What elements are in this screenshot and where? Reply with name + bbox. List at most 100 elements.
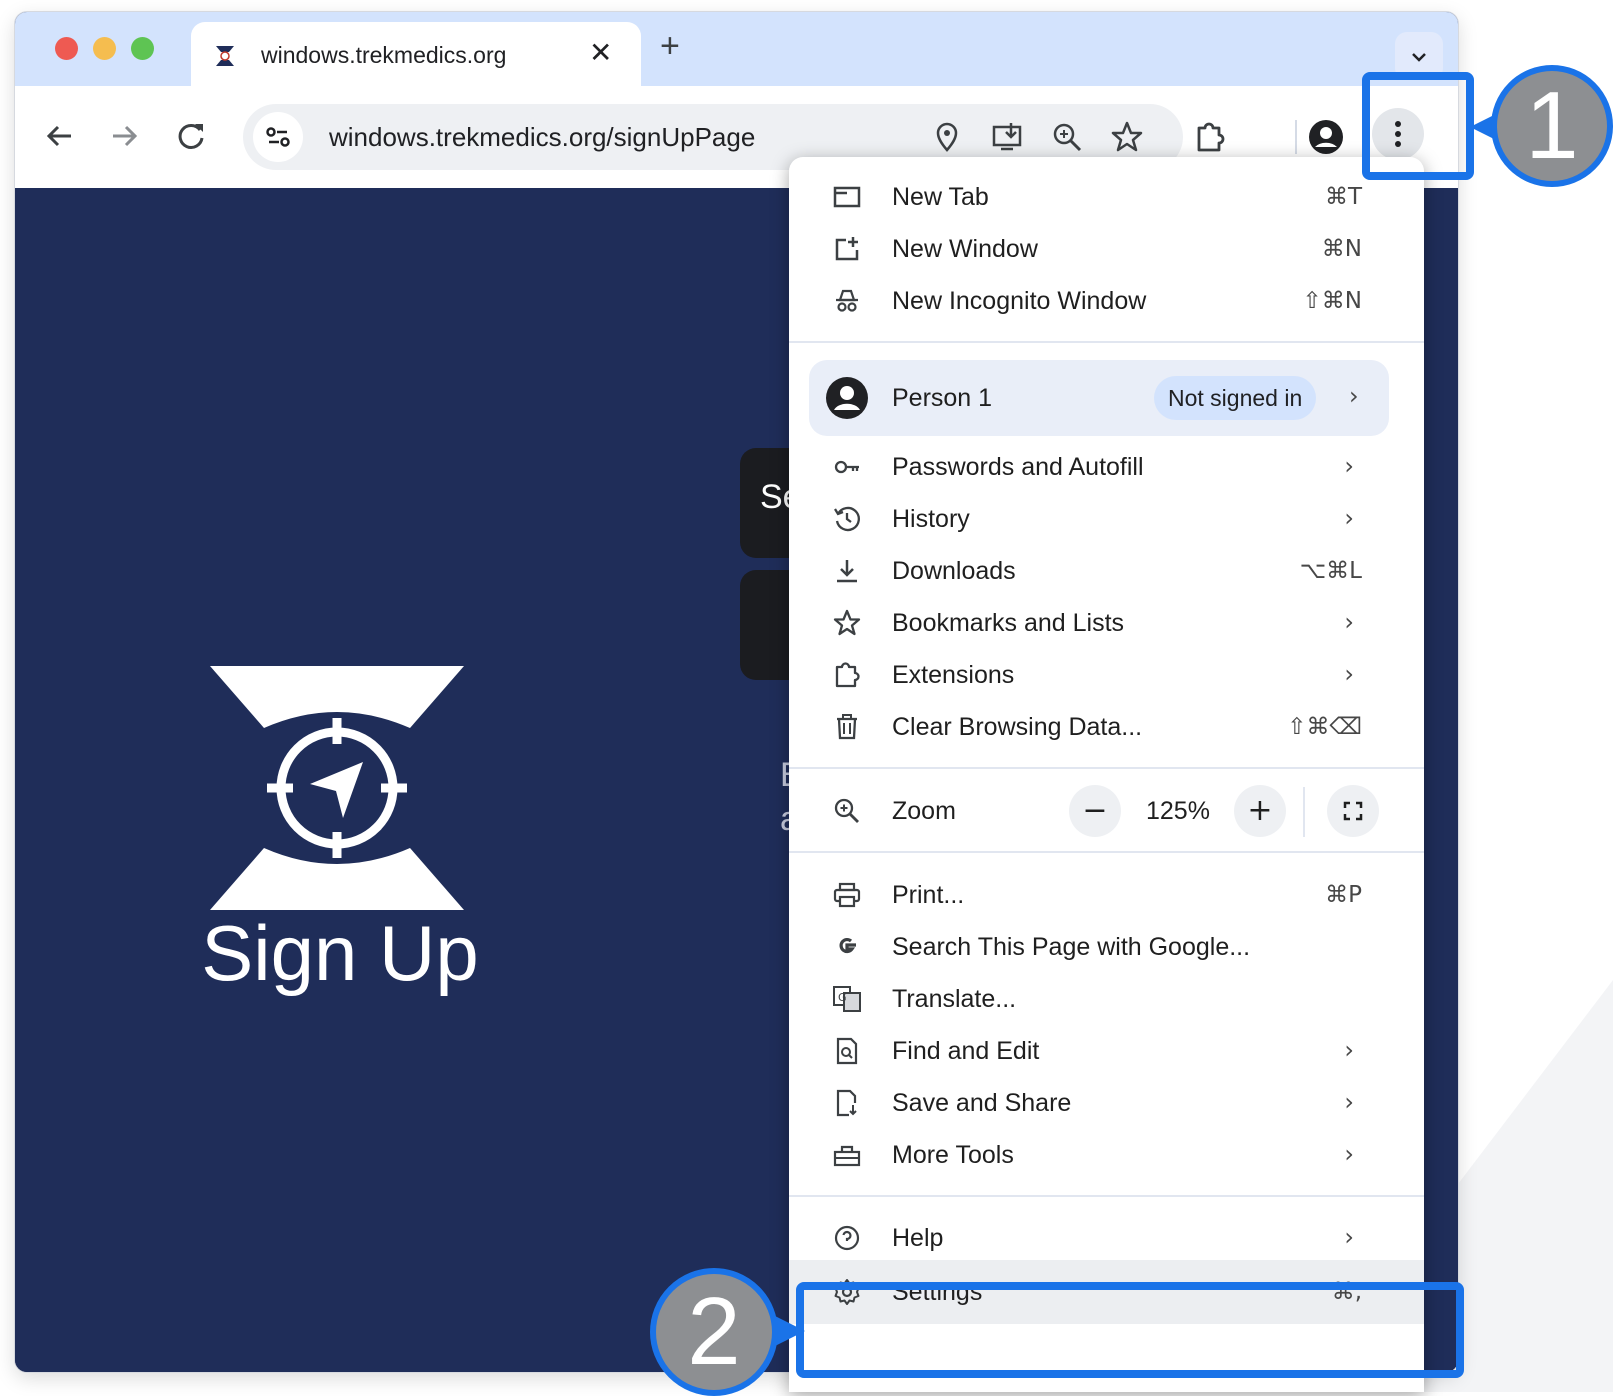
menu-item-history[interactable]: History › xyxy=(789,493,1424,545)
menu-item-passwords[interactable]: Passwords and Autofill › xyxy=(789,441,1424,493)
chevron-right-icon: › xyxy=(1344,504,1354,532)
zoom-in-button[interactable]: + xyxy=(1234,785,1286,837)
menu-label: New Tab xyxy=(892,183,989,211)
menu-item-downloads[interactable]: Downloads ⌥⌘L xyxy=(789,545,1424,597)
highlight-settings xyxy=(796,1282,1464,1378)
save-share-icon xyxy=(836,1089,857,1117)
menu-item-print[interactable]: Print... ⌘P xyxy=(789,869,1424,921)
menu-label: History xyxy=(892,505,970,533)
menu-label: More Tools xyxy=(892,1141,1014,1169)
callout-step-2: 2 xyxy=(650,1268,778,1396)
google-icon xyxy=(839,937,856,954)
profile-avatar-icon[interactable] xyxy=(1307,118,1345,156)
toolbar-separator xyxy=(1295,120,1297,154)
printer-icon xyxy=(833,882,861,908)
minimize-window-button[interactable] xyxy=(93,37,116,60)
menu-separator xyxy=(789,767,1424,769)
incognito-icon xyxy=(836,289,858,312)
key-icon xyxy=(834,460,859,474)
forward-icon[interactable] xyxy=(103,114,147,158)
site-favicon-icon xyxy=(215,45,235,67)
menu-item-save-and-share[interactable]: Save and Share › xyxy=(789,1077,1424,1129)
highlight-menu-button xyxy=(1362,72,1474,180)
site-info-button[interactable] xyxy=(253,112,303,162)
help-icon xyxy=(834,1225,860,1251)
chevron-right-icon: › xyxy=(1344,608,1354,636)
menu-label: Clear Browsing Data... xyxy=(892,713,1143,741)
menu-item-new-tab[interactable]: New Tab ⌘T xyxy=(789,171,1424,223)
menu-item-extensions[interactable]: Extensions › xyxy=(789,649,1424,701)
translate-icon: G xyxy=(833,986,861,1012)
callout-step-1: 1 xyxy=(1491,65,1613,187)
chevron-right-icon: › xyxy=(1349,382,1359,410)
sign-in-status-badge: Not signed in xyxy=(1154,376,1317,420)
menu-item-search-page-google[interactable]: Search This Page with Google... xyxy=(789,921,1424,973)
menu-label: New Incognito Window xyxy=(892,287,1147,315)
menu-item-translate[interactable]: G Translate... xyxy=(789,973,1424,1025)
tune-icon xyxy=(266,127,290,147)
menu-label: Downloads xyxy=(892,557,1016,585)
menu-shortcut: ⌘N xyxy=(1321,236,1362,262)
menu-label: Translate... xyxy=(892,985,1017,1013)
chevron-right-icon: › xyxy=(1344,1223,1354,1251)
zoom-icon[interactable] xyxy=(1049,119,1085,155)
tab-strip: windows.trekmedics.org ✕ + xyxy=(15,12,1458,86)
menu-item-bookmarks[interactable]: Bookmarks and Lists › xyxy=(789,597,1424,649)
new-tab-icon xyxy=(833,186,861,208)
chevron-down-icon xyxy=(1412,53,1426,62)
extensions-icon[interactable] xyxy=(1191,118,1229,156)
tab-close-icon[interactable]: ✕ xyxy=(589,36,612,69)
reload-icon[interactable] xyxy=(169,114,213,158)
install-app-icon[interactable] xyxy=(989,119,1025,155)
star-icon xyxy=(833,609,861,636)
page-title: Sign Up xyxy=(201,909,479,997)
new-tab-button[interactable]: + xyxy=(660,26,680,66)
chrome-menu: New Tab ⌘T New Window ⌘N New Incognito W… xyxy=(789,157,1424,1392)
menu-label: Extensions xyxy=(892,661,1015,689)
puzzle-icon xyxy=(835,662,860,688)
menu-item-clear-browsing-data[interactable]: Clear Browsing Data... ⇧⌘⌫ xyxy=(789,701,1424,753)
menu-label: Zoom xyxy=(892,797,956,825)
menu-shortcut: ⇧⌘N xyxy=(1302,288,1362,314)
chevron-right-icon: › xyxy=(1344,1036,1354,1064)
download-icon xyxy=(837,560,857,583)
menu-label: Save and Share xyxy=(892,1089,1072,1117)
menu-shortcut: ⌥⌘L xyxy=(1299,558,1362,584)
fullscreen-button[interactable] xyxy=(1327,785,1379,837)
menu-separator xyxy=(789,851,1424,853)
chevron-right-icon: › xyxy=(1344,1140,1354,1168)
menu-item-help[interactable]: Help › xyxy=(789,1212,1424,1264)
toolbox-icon xyxy=(833,1145,861,1167)
trekmedics-logo xyxy=(210,666,464,910)
menu-item-person[interactable]: Person 1 Not signed in › xyxy=(809,360,1389,436)
close-window-button[interactable] xyxy=(55,37,78,60)
chevron-right-icon: › xyxy=(1344,1088,1354,1116)
menu-label: Find and Edit xyxy=(892,1037,1040,1065)
menu-separator xyxy=(789,1195,1424,1197)
person-name: Person 1 xyxy=(892,384,993,412)
back-icon[interactable] xyxy=(37,114,81,158)
menu-item-more-tools[interactable]: More Tools › xyxy=(789,1129,1424,1181)
fullscreen-icon xyxy=(1343,801,1363,821)
menu-shortcut: ⌘T xyxy=(1324,184,1362,210)
browser-tab[interactable]: windows.trekmedics.org ✕ xyxy=(191,22,641,86)
zoom-out-button[interactable]: − xyxy=(1069,785,1121,837)
bookmark-star-icon[interactable] xyxy=(1109,119,1145,155)
location-icon[interactable] xyxy=(929,119,965,155)
tab-title: windows.trekmedics.org xyxy=(261,42,507,68)
menu-item-new-incognito-window[interactable]: New Incognito Window ⇧⌘N xyxy=(789,275,1424,327)
menu-item-zoom: Zoom − 125% + xyxy=(789,779,1424,843)
maximize-window-button[interactable] xyxy=(131,37,154,60)
zoom-level: 125% xyxy=(1146,797,1210,825)
menu-item-new-window[interactable]: New Window ⌘N xyxy=(789,223,1424,275)
trash-icon xyxy=(837,714,857,740)
zoom-divider xyxy=(1303,787,1305,837)
find-icon xyxy=(836,1037,858,1065)
url-text: windows.trekmedics.org/signUpPage xyxy=(329,122,756,152)
menu-label: Print... xyxy=(892,881,965,909)
menu-label: Search This Page with Google... xyxy=(892,933,1251,961)
menu-item-find-and-edit[interactable]: Find and Edit › xyxy=(789,1025,1424,1077)
menu-label: Passwords and Autofill xyxy=(892,453,1144,481)
chevron-right-icon: › xyxy=(1344,660,1354,688)
menu-shortcut: ⌘P xyxy=(1325,882,1362,908)
